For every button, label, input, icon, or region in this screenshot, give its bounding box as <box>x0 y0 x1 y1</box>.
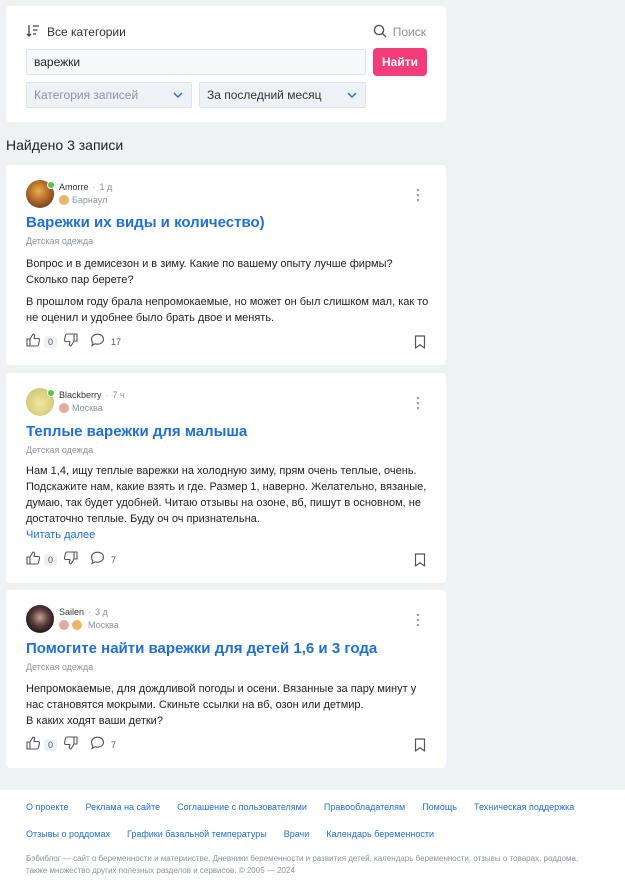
author-location: Барнаул <box>59 195 107 205</box>
search-filter-panel: Все категории Поиск Найти Категория запи… <box>6 6 446 122</box>
author-name[interactable]: Blackberry <box>59 390 102 400</box>
thumbs-down-icon[interactable] <box>63 550 78 570</box>
sort-icon <box>26 24 40 40</box>
all-categories-button[interactable]: Все категории <box>26 20 126 44</box>
author-city: Барнаул <box>72 195 108 205</box>
footer-link-pregnancy-calendar[interactable]: Календарь беременности <box>326 829 434 839</box>
find-button[interactable]: Найти <box>373 48 427 76</box>
more-vertical-icon <box>416 396 420 410</box>
site-footer: О проекте Реклама на сайте Соглашение с … <box>0 790 625 892</box>
comments-count: 7 <box>111 740 117 750</box>
post-actions: 0 7 <box>26 735 426 755</box>
post-category[interactable]: Детская одежда <box>26 236 93 246</box>
post-time: 1 д <box>99 182 113 192</box>
author-city: Москва <box>72 403 103 413</box>
more-menu-button[interactable] <box>410 186 426 204</box>
author-location: Москва <box>59 403 103 413</box>
chevron-down-icon <box>346 89 358 104</box>
post-category[interactable]: Детская одежда <box>26 662 93 672</box>
post-text: Нам 1,4, ищу теплые варежки на холодную … <box>26 465 427 525</box>
results-count: Найдено 3 записи <box>6 137 124 153</box>
footer-link-doctors[interactable]: Врачи <box>284 829 310 839</box>
more-vertical-icon <box>416 188 420 202</box>
comment-icon[interactable] <box>90 551 105 570</box>
child-icon <box>72 620 82 630</box>
post-category[interactable]: Детская одежда <box>26 445 93 455</box>
likes-count: 0 <box>44 739 58 751</box>
more-vertical-icon <box>416 613 420 627</box>
period-select-value: За последний месяц <box>207 88 322 102</box>
thumbs-up-icon[interactable] <box>26 735 41 755</box>
footer-link-maternity-reviews[interactable]: Отзывы о роддомах <box>26 829 110 839</box>
search-link[interactable]: Поиск <box>373 20 426 44</box>
online-indicator <box>47 181 55 189</box>
post-header: Amorre · 1 д Барнаул <box>26 180 426 210</box>
footer-link-ads[interactable]: Реклама на сайте <box>85 802 160 812</box>
post-time: 3 д <box>95 607 108 617</box>
comments-count: 17 <box>111 337 122 347</box>
post-text: Вопрос и в демисезон и в зиму. Какие по … <box>26 258 393 286</box>
post-actions: 0 7 <box>26 550 426 570</box>
copyright-line-2: также множество других полезных разделов… <box>26 866 295 875</box>
child-icon <box>59 403 69 413</box>
thumbs-up-icon[interactable] <box>26 550 41 570</box>
author-name[interactable]: Amorre <box>59 182 89 192</box>
likes-count: 0 <box>44 336 58 348</box>
search-input[interactable] <box>26 49 366 75</box>
footer-link-basal-charts[interactable]: Графики базальной температуры <box>127 829 267 839</box>
footer-link-support[interactable]: Техническая поддержка <box>474 802 574 812</box>
online-indicator <box>47 389 55 397</box>
bookmark-icon[interactable] <box>414 335 426 354</box>
post-title[interactable]: Помогите найти варежки для детей 1,6 и 3… <box>26 640 377 657</box>
post-text: В прошлом году брала непромокаемые, но м… <box>26 296 429 324</box>
footer-links-row-2: Отзывы о роддомах Графики базальной темп… <box>26 829 434 839</box>
child-icon <box>59 620 69 630</box>
search-link-label: Поиск <box>392 25 426 39</box>
bookmark-icon[interactable] <box>414 553 426 572</box>
author-city: Москва <box>88 620 119 630</box>
all-categories-label: Все категории <box>47 25 126 39</box>
footer-links-row-1: О проекте Реклама на сайте Соглашение с … <box>26 802 574 812</box>
comments-count: 7 <box>111 555 117 565</box>
footer-link-about[interactable]: О проекте <box>26 802 68 812</box>
copyright-line-1: Бэбиблог — сайт о беременности и материн… <box>26 854 579 863</box>
thumbs-down-icon[interactable] <box>63 332 78 352</box>
footer-link-help[interactable]: Помощь <box>422 802 457 812</box>
post-title[interactable]: Теплые варежки для малыша <box>26 423 247 440</box>
search-icon <box>373 24 387 41</box>
post-header: Blackberry · 7 ч Москва <box>26 388 426 418</box>
post-title[interactable]: Варежки их виды и количество) <box>26 214 265 231</box>
category-select-value: Категория записей <box>34 88 139 102</box>
post-text: Непромокаемые, для дождливой погоды и ос… <box>26 683 417 727</box>
footer-link-rightholders[interactable]: Правообладателям <box>324 802 405 812</box>
period-select[interactable]: За последний месяц <box>199 82 366 108</box>
category-select[interactable]: Категория записей <box>26 82 192 108</box>
author-line: Amorre · 1 д <box>59 182 113 192</box>
post-actions: 0 17 <box>26 332 426 352</box>
author-line: Blackberry · 7 ч <box>59 390 125 400</box>
footer-link-agreement[interactable]: Соглашение с пользователями <box>177 802 307 812</box>
post-card: Blackberry · 7 ч Москва Теплые варежки для… <box>6 373 446 583</box>
more-menu-button[interactable] <box>410 394 426 412</box>
thumbs-up-icon[interactable] <box>26 332 41 352</box>
child-icon <box>59 195 69 205</box>
author-line: Sailen · 3 д <box>59 607 108 617</box>
chevron-down-icon <box>172 89 184 104</box>
post-card: Sailen · 3 д Москва Помогите найти варежки… <box>6 590 446 768</box>
post-card: Amorre · 1 д Барнаул Варежки их виды и кол… <box>6 165 446 365</box>
post-time: 7 ч <box>112 390 125 400</box>
comment-icon[interactable] <box>90 736 105 755</box>
read-more-link[interactable]: Читать далее <box>26 529 95 541</box>
likes-count: 0 <box>44 554 58 566</box>
filter-top-row: Все категории Поиск <box>26 20 426 44</box>
comment-icon[interactable] <box>90 333 105 352</box>
footer-copyright: Бэбиблог — сайт о беременности и материн… <box>26 853 625 877</box>
avatar[interactable] <box>26 605 54 633</box>
author-location: Москва <box>59 620 119 630</box>
thumbs-down-icon[interactable] <box>63 735 78 755</box>
post-header: Sailen · 3 д Москва <box>26 605 426 635</box>
more-menu-button[interactable] <box>410 611 426 629</box>
author-name[interactable]: Sailen <box>59 607 84 617</box>
bookmark-icon[interactable] <box>414 738 426 757</box>
